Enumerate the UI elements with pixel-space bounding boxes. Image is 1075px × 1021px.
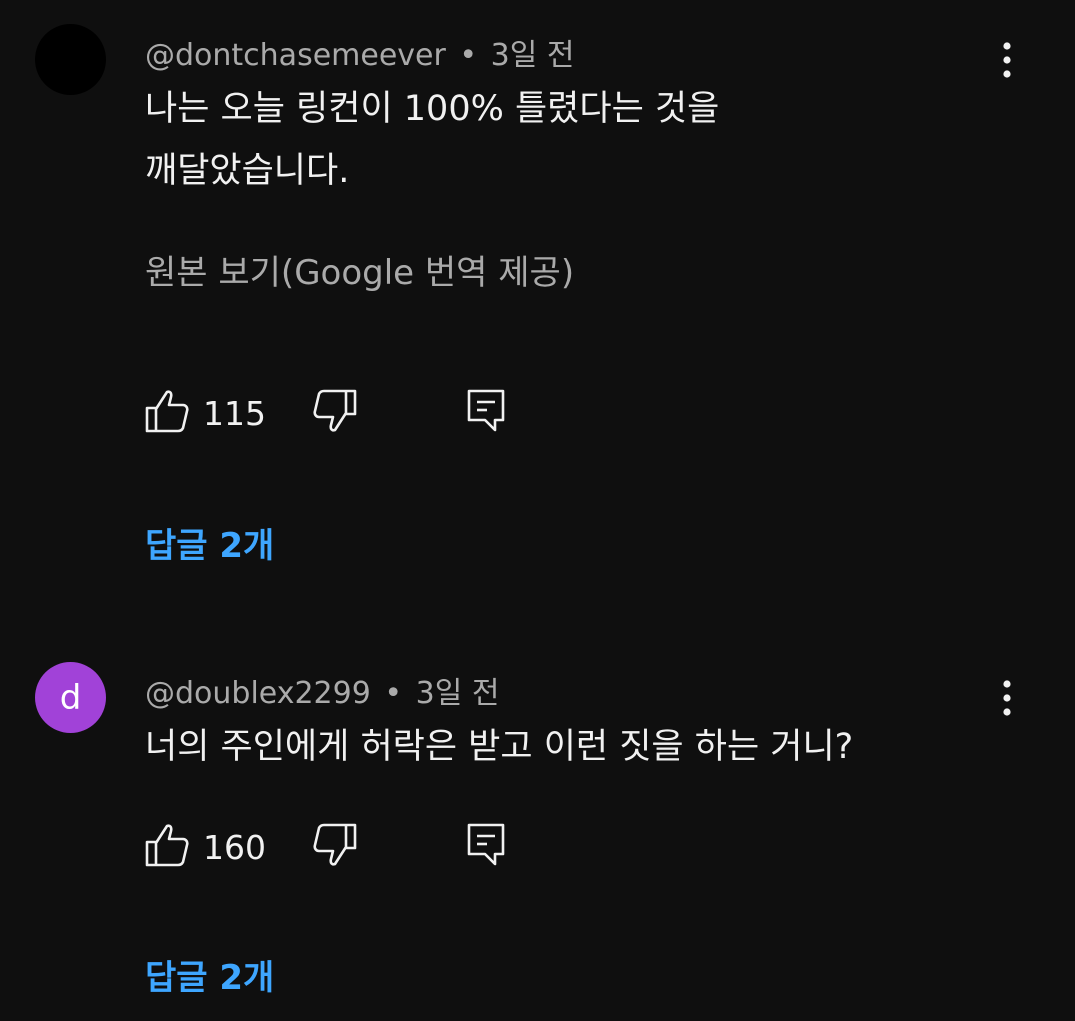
comment-text-line: 너의 주인에게 허락은 받고 이런 짓을 하는 거니? — [145, 727, 854, 767]
more-vert-icon — [1003, 42, 1011, 78]
view-replies-button[interactable]: 답글 2개 — [145, 518, 274, 567]
comment-actions: 160 — [145, 822, 545, 872]
avatar-letter: d — [59, 677, 82, 718]
more-options-button[interactable] — [990, 676, 1024, 720]
dislike-button[interactable] — [313, 388, 357, 434]
thumb-down-icon — [313, 823, 357, 866]
avatar[interactable]: d — [35, 662, 106, 733]
comment-text: 나는 오늘 링컨이 100% 틀렸다는 것을 깨달았습니다. — [145, 78, 719, 202]
like-button[interactable] — [145, 822, 189, 868]
meta-separator: • — [459, 38, 478, 73]
comment-actions: 115 — [145, 388, 545, 438]
thumb-up-icon — [145, 824, 189, 867]
more-vert-icon — [1003, 680, 1011, 716]
reply-button[interactable] — [465, 388, 509, 434]
dislike-button[interactable] — [313, 822, 357, 868]
author-name[interactable]: @doublex2299 — [145, 676, 371, 711]
view-replies-button[interactable]: 답글 2개 — [145, 950, 274, 999]
comment-meta: @dontchasemeever • 3일 전 — [145, 30, 574, 74]
author-name[interactable]: @dontchasemeever — [145, 38, 446, 73]
comment-time: 3일 전 — [490, 38, 575, 73]
thumb-up-icon — [145, 390, 189, 433]
reply-button[interactable] — [465, 822, 509, 868]
reply-comment-icon — [467, 823, 505, 866]
more-options-button[interactable] — [990, 38, 1024, 82]
like-count: 160 — [203, 828, 266, 867]
like-button[interactable] — [145, 388, 189, 434]
reply-comment-icon — [467, 389, 505, 432]
comment-meta: @doublex2299 • 3일 전 — [145, 668, 499, 712]
comment-text: 너의 주인에게 허락은 받고 이런 짓을 하는 거니? — [145, 716, 853, 778]
avatar[interactable] — [35, 24, 106, 95]
comment-time: 3일 전 — [415, 676, 500, 711]
comment-text-line: 깨달았습니다. — [145, 151, 350, 191]
comment-text-line: 나는 오늘 링컨이 100% 틀렸다는 것을 — [145, 89, 720, 129]
thumb-down-icon — [313, 389, 357, 432]
like-count: 115 — [203, 394, 266, 433]
translate-toggle[interactable]: 원본 보기(Google 번역 제공) — [145, 245, 574, 294]
meta-separator: • — [384, 676, 403, 711]
